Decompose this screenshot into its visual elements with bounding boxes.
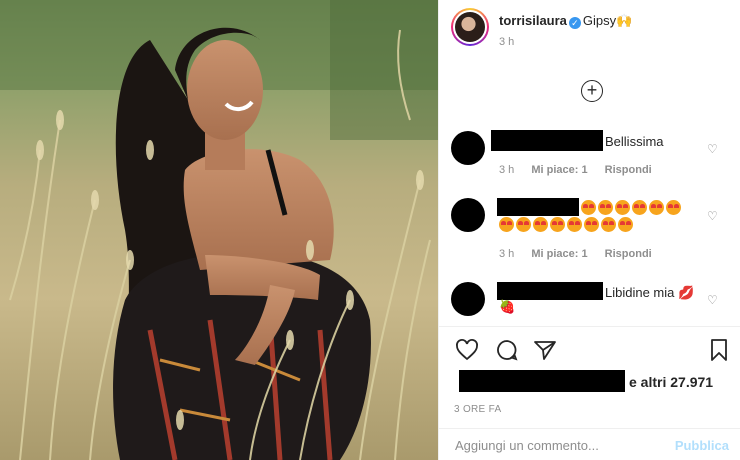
reply-button[interactable]: Rispondi [605,164,652,176]
comment-item: 3 h Mi piace: 1 Rispondi ♡ [451,198,733,268]
verified-badge-icon: ✓ [568,17,581,29]
commenter-avatar[interactable] [451,198,485,232]
avatar[interactable] [451,8,489,46]
username-link[interactable]: torrisilaura [499,13,567,28]
post-header: torrisilaura ✓ Gipsy🙌 3 h [451,8,632,51]
comment-meta: 3 h Mi piace: 1 Rispondi [499,164,666,176]
comment-input[interactable] [455,438,665,453]
bookmark-icon[interactable] [707,338,731,362]
post-time[interactable]: 3 ORE FA [454,404,501,415]
likes-count[interactable]: e altri 27.971 [629,374,713,390]
post-photo-illustration [0,0,438,460]
share-icon[interactable] [533,338,557,362]
strawberry-emoji: 🍓 [499,299,516,314]
comment-likes[interactable]: Mi piace: 1 [531,248,587,260]
redacted-username [491,130,603,151]
publish-button[interactable]: Pubblica [675,438,729,453]
heart-icon[interactable] [455,338,479,362]
comment-icon[interactable] [495,338,519,362]
commenter-avatar[interactable] [451,131,485,165]
comment-meta: 3 h Mi piace: 1 Rispondi [499,248,666,260]
raised-hands-emoji: 🙌 [616,13,633,28]
emoji-row-1 [581,200,683,216]
post-sidebar: torrisilaura ✓ Gipsy🙌 3 h + Bellissima 3 h… [438,0,740,460]
caption-text: Gipsy [582,13,617,28]
comment-text: Libidine mia 💋 [605,285,695,300]
like-comment-heart-icon[interactable]: ♡ [707,143,719,155]
comment-time[interactable]: 3 h [499,164,514,176]
likes-summary: e altri 27.971 [459,370,729,394]
commenter-avatar[interactable] [451,282,485,316]
redacted-username [497,282,603,300]
comment-likes[interactable]: Mi piace: 1 [531,164,587,176]
divider [439,326,740,327]
caption-time[interactable]: 3 h [499,34,632,51]
comment-text: Bellissima [605,134,664,149]
post-photo[interactable] [0,0,438,460]
redacted-liker [459,370,625,392]
like-comment-heart-icon[interactable]: ♡ [707,210,719,222]
comment-time[interactable]: 3 h [499,248,514,260]
action-bar [455,338,731,364]
like-comment-heart-icon[interactable]: ♡ [707,294,719,306]
caption: torrisilaura ✓ Gipsy🙌 3 h [499,12,632,51]
reply-button[interactable]: Rispondi [605,248,652,260]
kiss-emoji: 💋 [678,285,695,300]
divider [439,428,740,429]
add-comment-bar: Pubblica [439,432,740,460]
load-more-comments-button[interactable]: + [581,80,603,102]
comment-item: Libidine mia 💋 🍓 ♡ [451,282,733,322]
emoji-row-2 [499,217,635,233]
comment-item: Bellissima 3 h Mi piace: 1 Rispondi ♡ [451,130,733,181]
redacted-username [497,198,579,216]
